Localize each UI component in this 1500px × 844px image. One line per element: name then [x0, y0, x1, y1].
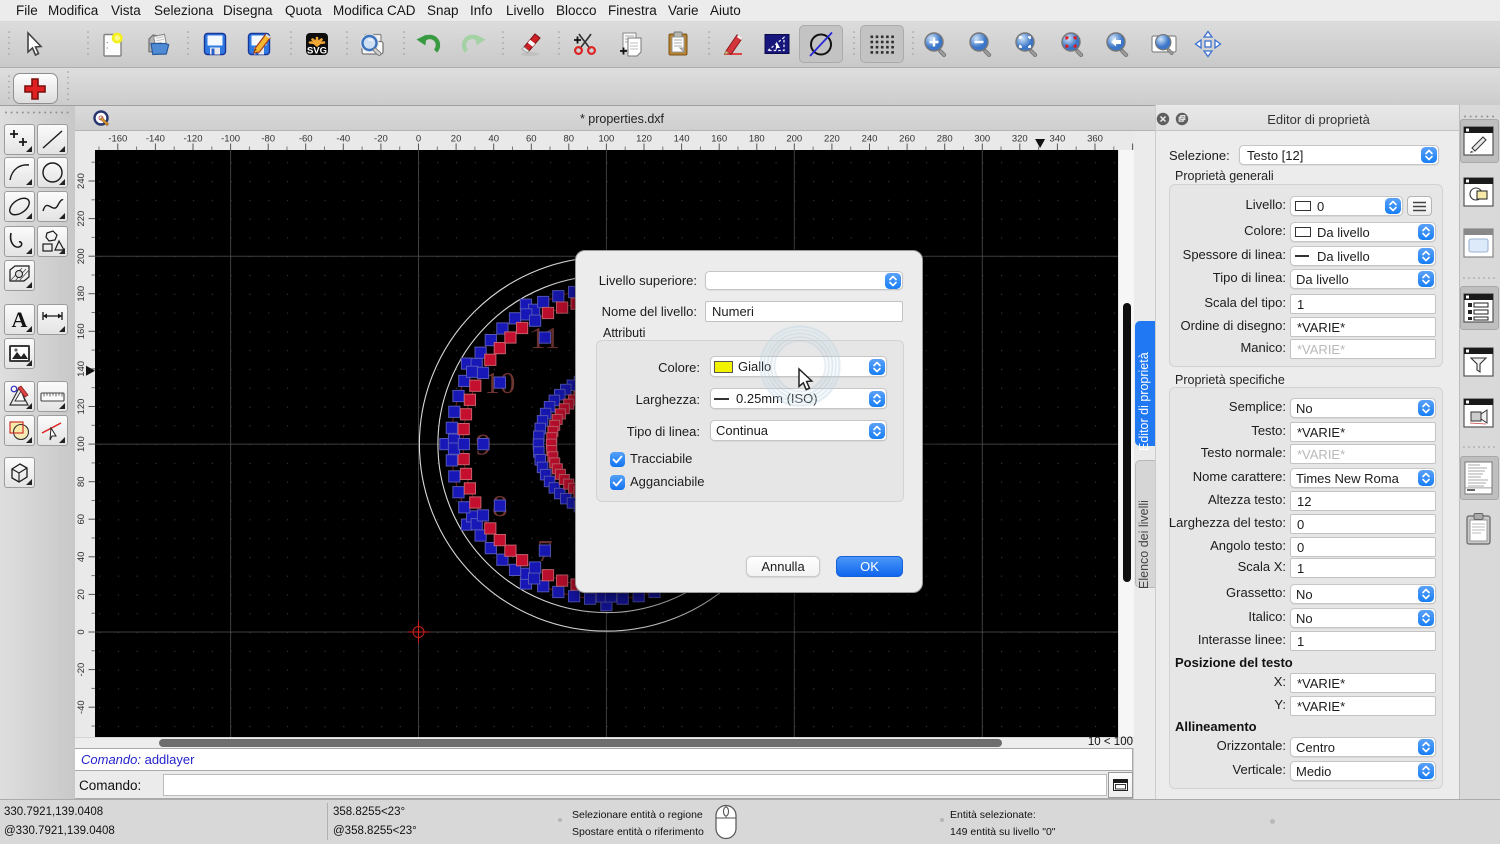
- svg-text:80: 80: [76, 476, 87, 487]
- svg-text:-20: -20: [76, 663, 87, 677]
- svg-text:A: A: [12, 307, 28, 332]
- svg-text:60: 60: [76, 514, 87, 525]
- svg-text:0: 0: [76, 629, 87, 634]
- svg-text:160: 160: [76, 323, 87, 339]
- svg-text:-140: -140: [146, 134, 165, 145]
- svg-text:100: 100: [598, 134, 614, 145]
- svg-text:-40: -40: [76, 700, 87, 714]
- svg-text:280: 280: [937, 134, 953, 145]
- svg-text:-80: -80: [261, 134, 275, 145]
- svg-text:260: 260: [899, 134, 915, 145]
- svg-text:80: 80: [564, 134, 575, 145]
- svg-text:0: 0: [416, 134, 421, 145]
- svg-text:60: 60: [526, 134, 537, 145]
- svg-text:-100: -100: [221, 134, 240, 145]
- svg-text:-40: -40: [336, 134, 350, 145]
- svg-text:160: 160: [711, 134, 727, 145]
- svg-text:200: 200: [76, 248, 87, 264]
- svg-text:300: 300: [974, 134, 990, 145]
- svg-text:SVG: SVG: [307, 46, 327, 57]
- svg-text:220: 220: [824, 134, 840, 145]
- svg-text:320: 320: [1012, 134, 1028, 145]
- svg-text:-20: -20: [374, 134, 388, 145]
- svg-text:40: 40: [488, 134, 499, 145]
- svg-text:200: 200: [786, 134, 802, 145]
- svg-text:360: 360: [1087, 134, 1103, 145]
- svg-text:140: 140: [674, 134, 690, 145]
- svg-text:340: 340: [1049, 134, 1065, 145]
- svg-text:120: 120: [636, 134, 652, 145]
- svg-text:40: 40: [76, 552, 87, 563]
- svg-text:120: 120: [76, 399, 87, 415]
- svg-text:100: 100: [76, 436, 87, 452]
- svg-text:-60: -60: [299, 134, 313, 145]
- svg-text:180: 180: [76, 286, 87, 302]
- svg-text:240: 240: [76, 173, 87, 189]
- svg-text:-160: -160: [108, 134, 127, 145]
- svg-text:240: 240: [862, 134, 878, 145]
- svg-text:220: 220: [76, 211, 87, 227]
- svg-text:180: 180: [749, 134, 765, 145]
- svg-text:140: 140: [76, 361, 87, 377]
- svg-text:20: 20: [451, 134, 462, 145]
- svg-text:20: 20: [76, 589, 87, 600]
- svg-text:-120: -120: [183, 134, 202, 145]
